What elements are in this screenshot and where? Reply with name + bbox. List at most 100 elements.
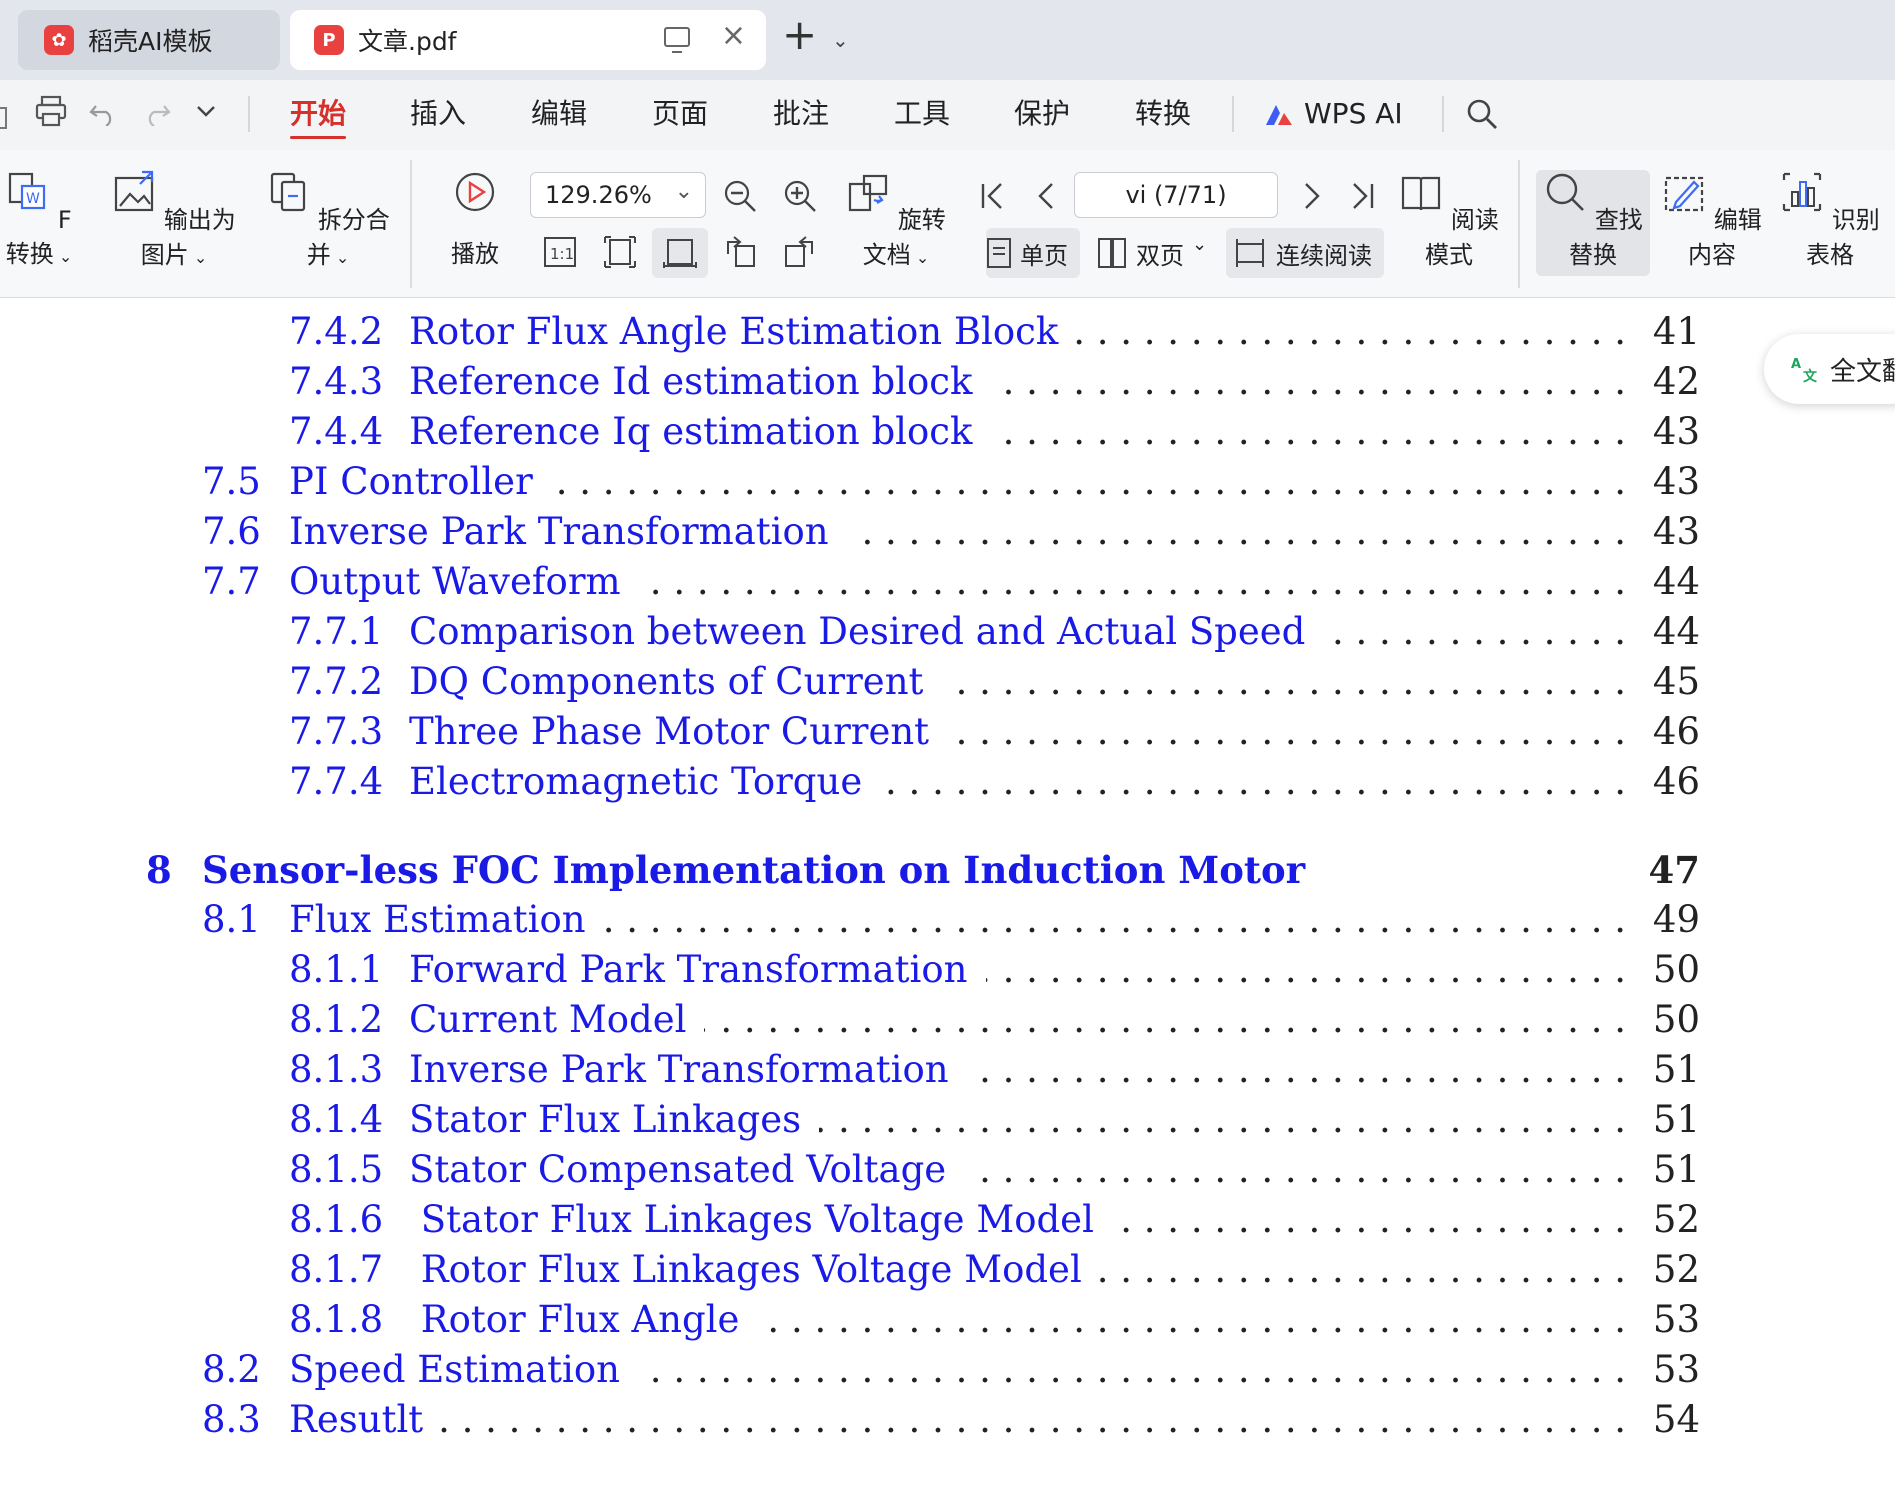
chevron-down-icon: ⌄ xyxy=(910,248,930,267)
toc-page-number: 43 xyxy=(1652,510,1700,553)
fit-page-icon[interactable] xyxy=(602,234,638,270)
toc-leader-dots: . . . . . . . . . . . . . . . . . . . . … xyxy=(551,460,1626,503)
toc-number: 7.7.2 xyxy=(289,660,384,703)
double-page-button[interactable]: 双页 ⌄ xyxy=(1096,234,1210,274)
previous-page-icon[interactable] xyxy=(1030,178,1066,214)
zoom-in-icon[interactable] xyxy=(782,178,818,214)
wps-ai-label: WPS AI xyxy=(1304,97,1403,130)
toc-entry[interactable]: 8.2 Speed Estimation . . . . . . . . . . .… xyxy=(0,1348,1895,1394)
redo-icon[interactable] xyxy=(142,96,172,126)
menu-start[interactable]: 开始 xyxy=(290,94,347,140)
chevron-down-icon: ⌄ xyxy=(330,248,350,267)
toc-entry[interactable]: 8.1.6 Stator Flux Linkages Voltage Model… xyxy=(0,1198,1895,1244)
play-icon xyxy=(455,172,495,212)
menu-annotate[interactable]: 批注 xyxy=(773,94,829,133)
toc-page-number: 42 xyxy=(1652,360,1700,403)
zoom-out-icon[interactable] xyxy=(722,178,758,214)
tab-pdf-document[interactable]: P 文章.pdf × xyxy=(290,10,766,70)
reading-mode-button[interactable]: 阅读模式 xyxy=(1398,170,1500,270)
toc-entry[interactable]: 8.1.8 Rotor Flux Angle . . . . . . . . . … xyxy=(0,1298,1895,1344)
actual-size-icon[interactable]: 1:1 xyxy=(542,234,578,270)
full-text-translate-button[interactable]: A 文 全文翻 xyxy=(1764,334,1895,404)
rotate-left-icon[interactable] xyxy=(722,234,758,270)
export-image-button[interactable]: 输出为图片 ⌄ xyxy=(104,170,244,270)
toc-number: 7.5 xyxy=(202,460,261,503)
toc-entry[interactable]: 7.4.4 Reference Iq estimation block . . . … xyxy=(0,410,1895,456)
split-merge-button[interactable]: 拆分合并 ⌄ xyxy=(266,170,390,270)
close-icon[interactable]: × xyxy=(721,21,746,51)
toc-page-number: 51 xyxy=(1652,1148,1700,1191)
new-tab-button[interactable]: + xyxy=(782,14,817,56)
toc-entry[interactable]: 8.1.2 Current Model . . . . . . . . . . . … xyxy=(0,998,1895,1044)
monitor-icon[interactable] xyxy=(664,27,690,53)
toc-leader-dots: . . . . . . . . . . . . . . . . . . . . … xyxy=(819,1098,1626,1141)
pdf-convert-button[interactable]: W F转换 ⌄ xyxy=(0,170,82,269)
chevron-down-icon[interactable] xyxy=(196,104,216,118)
recognize-table-button[interactable]: 识别表格 xyxy=(1778,170,1882,270)
rotate-document-button[interactable]: 旋转文档 ⌄ xyxy=(836,170,956,270)
toc-title: Reference Id estimation block xyxy=(409,360,973,403)
menu-page[interactable]: 页面 xyxy=(652,94,708,133)
menu-convert[interactable]: 转换 xyxy=(1135,94,1191,133)
find-replace-button[interactable]: 查找替换 xyxy=(1540,170,1646,270)
ribbon-toolbar: W F转换 ⌄ 输出为图片 ⌄ 拆分合并 ⌄ 播放 129.26% ⌄ 1:1 … xyxy=(0,150,1895,298)
toc-entry[interactable]: 7.4.2 Rotor Flux Angle Estimation Block . … xyxy=(0,310,1895,356)
undo-icon[interactable] xyxy=(88,96,118,126)
toc-entry[interactable]: 8.1.3 Inverse Park Transformation . . . . … xyxy=(0,1048,1895,1094)
menu-edit[interactable]: 编辑 xyxy=(531,94,587,133)
toc-number: 8.1 xyxy=(202,898,261,941)
toc-entry[interactable]: 7.7.1 Comparison between Desired and Actu… xyxy=(0,610,1895,656)
toc-number: 8.1.2 xyxy=(289,998,384,1041)
toc-title: Forward Park Transformation xyxy=(409,948,968,991)
toc-entry[interactable]: 7.5 PI Controller . . . . . . . . . . . . … xyxy=(0,460,1895,506)
toc-entry[interactable]: 7.4.3 Reference Id estimation block . . . … xyxy=(0,360,1895,406)
toc-entry[interactable]: 8.1.7 Rotor Flux Linkages Voltage Model.… xyxy=(0,1248,1895,1294)
toc-entry[interactable]: 7.7.3 Three Phase Motor Current . . . . . … xyxy=(0,710,1895,756)
home-icon[interactable] xyxy=(0,98,12,130)
toc-title: Sensor-less FOC Implementation on Induct… xyxy=(202,848,1306,892)
toc-chapter[interactable]: 8 Sensor-less FOC Implementation on Induc… xyxy=(0,848,1895,894)
translate-icon: A 文 xyxy=(1791,357,1818,384)
toc-number: 8.2 xyxy=(202,1348,261,1391)
print-icon[interactable] xyxy=(34,94,68,128)
tab-docer-templates[interactable]: ✿ 稻壳AI模板 xyxy=(18,10,280,70)
double-page-label: 双页 xyxy=(1136,242,1184,270)
last-page-icon[interactable] xyxy=(1344,178,1380,214)
toc-page-number: 49 xyxy=(1652,898,1700,941)
edit-content-label: 编辑内容 xyxy=(1688,206,1762,269)
toc-entry[interactable]: 8.1.4 Stator Flux Linkages . . . . . . . .… xyxy=(0,1098,1895,1144)
menu-bar: 开始 插入 编辑 页面 批注 工具 保护 转换 WPS AI xyxy=(0,80,1895,150)
toc-leader-dots: . . . . . . . . . . . . . . . . . . . . … xyxy=(757,1298,1626,1341)
toc-entry[interactable]: 8.3 Resutlt . . . . . . . . . . . . . . . … xyxy=(0,1398,1895,1444)
toc-page-number: 52 xyxy=(1652,1198,1700,1241)
single-page-button[interactable]: 单页 xyxy=(984,234,1084,274)
menu-insert[interactable]: 插入 xyxy=(410,94,466,133)
rotate-right-icon[interactable] xyxy=(782,234,818,270)
first-page-icon[interactable] xyxy=(975,178,1011,214)
menu-protect[interactable]: 保护 xyxy=(1014,94,1070,133)
zoom-select[interactable]: 129.26% ⌄ xyxy=(530,172,706,218)
wps-ai-button[interactable]: WPS AI xyxy=(1264,94,1403,133)
toc-entry[interactable]: 8.1 Flux Estimation . . . . . . . . . . . … xyxy=(0,898,1895,944)
chevron-down-icon[interactable]: ⌄ xyxy=(832,28,849,52)
toc-entry[interactable]: 7.7.4 Electromagnetic Torque . . . . . . .… xyxy=(0,760,1895,806)
toc-entry[interactable]: 7.7 Output Waveform . . . . . . . . . . . … xyxy=(0,560,1895,606)
toc-leader-dots: . . . . . . . . . . . . . . . . . . . . … xyxy=(441,1398,1626,1441)
play-button[interactable]: 播放 xyxy=(440,170,510,269)
menu-tools[interactable]: 工具 xyxy=(894,94,950,133)
toc-number: 7.7.1 xyxy=(289,610,384,653)
edit-content-button[interactable]: 编辑内容 xyxy=(1660,170,1764,270)
toc-number: 8.3 xyxy=(202,1398,261,1441)
continuous-read-button[interactable]: 连续阅读 xyxy=(1234,234,1384,274)
toc-leader-dots: . . . . . . . . . . . . . . . . . . . . … xyxy=(1076,310,1626,353)
toc-entry[interactable]: 8.1.1 Forward Park Transformation . . . . … xyxy=(0,948,1895,994)
toc-entry[interactable]: 7.7.2 DQ Components of Current . . . . . .… xyxy=(0,660,1895,706)
fit-width-icon[interactable] xyxy=(662,234,698,270)
page-number-input[interactable]: vi (7/71) xyxy=(1074,172,1278,218)
search-icon[interactable] xyxy=(1466,98,1498,130)
toc-entry[interactable]: 8.1.5 Stator Compensated Voltage . . . . .… xyxy=(0,1148,1895,1194)
next-page-icon[interactable] xyxy=(1292,178,1328,214)
toc-leader-dots: . . . . . . . . . . . . . . . . . . . . … xyxy=(990,410,1626,453)
toc-entry[interactable]: 7.6 Inverse Park Transformation . . . . . … xyxy=(0,510,1895,556)
toc-page-number: 53 xyxy=(1652,1348,1700,1391)
